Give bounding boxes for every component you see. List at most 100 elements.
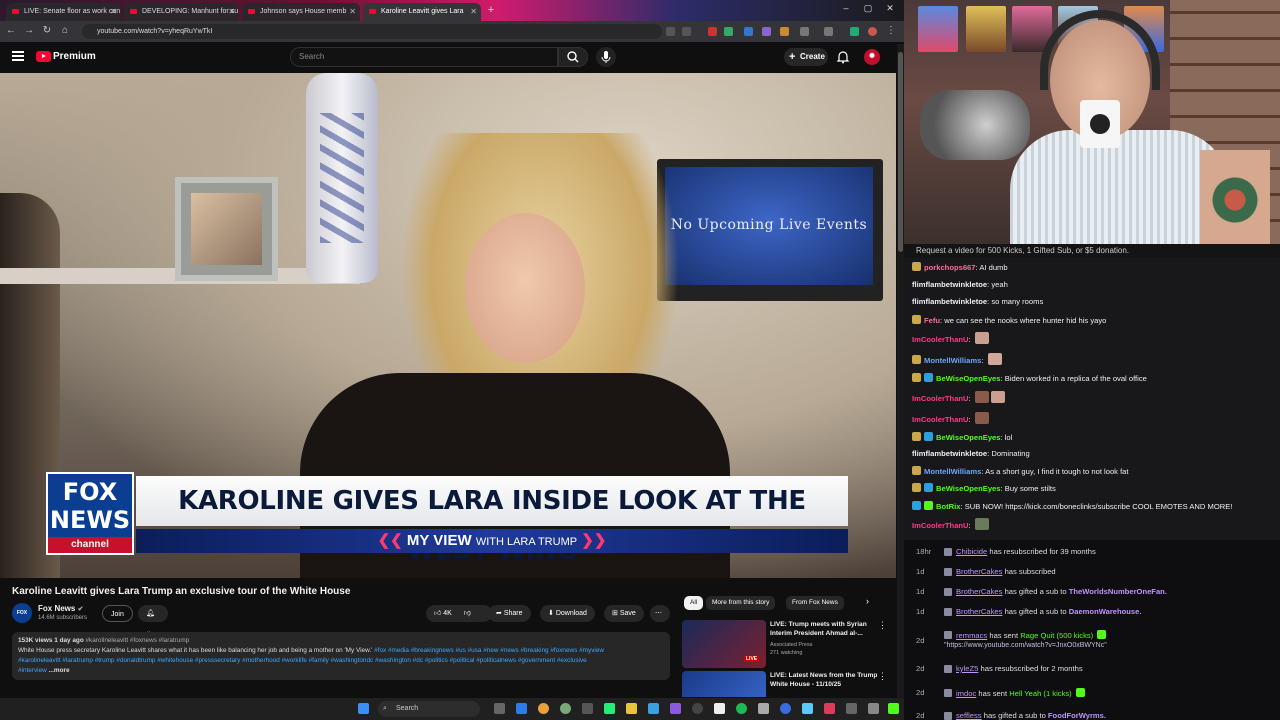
event-user[interactable]: BrotherCakes — [956, 607, 1002, 616]
chrome-icon[interactable] — [538, 703, 549, 714]
app-icon[interactable] — [824, 703, 835, 714]
app-icon[interactable] — [846, 703, 857, 714]
chat-username[interactable]: MontellWilliams — [924, 356, 981, 365]
app-icon[interactable] — [670, 703, 681, 714]
obs-icon[interactable] — [692, 703, 703, 714]
windows-start-icon[interactable] — [358, 703, 369, 714]
event-user[interactable]: BrotherCakes — [956, 567, 1002, 576]
back-icon[interactable]: ← — [4, 25, 18, 36]
event-recipient[interactable]: DaemonWarehouse. — [1069, 607, 1142, 616]
reload-icon[interactable]: ↻ — [40, 25, 54, 36]
event-user[interactable]: remmacs — [956, 631, 987, 640]
close-window-icon[interactable]: ✕ — [882, 3, 898, 14]
description-more-link[interactable]: ...more — [49, 667, 70, 674]
scrollbar-thumb[interactable] — [898, 52, 903, 252]
browser-tab[interactable]: DEVELOPING: Manhunt for su ✕ — [124, 3, 239, 21]
join-button[interactable]: Join — [102, 605, 133, 622]
recommended-title[interactable]: LIVE: Latest News from the Trump White H… — [770, 671, 880, 689]
share-button[interactable]: ➦ Share — [488, 605, 531, 622]
chat-username[interactable]: BeWiseOpenEyes — [936, 374, 1001, 383]
event-user[interactable]: kyleZ5 — [956, 664, 978, 673]
app-icon[interactable] — [714, 703, 725, 714]
event-user[interactable]: imdoc — [956, 689, 976, 698]
chat-username[interactable]: BeWiseOpenEyes — [936, 484, 1001, 493]
channel-name[interactable]: Fox News ✔ — [38, 604, 83, 613]
extension-icon[interactable] — [724, 27, 733, 36]
chip-from-fox-news[interactable]: From Fox News — [786, 596, 844, 610]
description-hashtags[interactable]: #karolineleavitt #laratrump #trump #dona… — [18, 656, 664, 666]
close-tab-icon[interactable]: ✕ — [110, 3, 117, 21]
download-button[interactable]: ⬇ Download — [540, 605, 595, 622]
app-icon[interactable] — [648, 703, 659, 714]
menu-kebab-icon[interactable]: ⋮ — [884, 25, 898, 36]
file-explorer-icon[interactable] — [626, 703, 637, 714]
app-icon[interactable] — [780, 703, 791, 714]
recommended-thumbnail[interactable] — [682, 671, 766, 697]
extension-icon[interactable] — [850, 27, 859, 36]
browser-tab[interactable]: LIVE: Senate floor as work con ✕ — [6, 3, 121, 21]
chat-username[interactable]: ImCoolerThanU — [912, 415, 969, 424]
chat-username[interactable]: flimflambetwinkletoe — [912, 297, 987, 306]
chat-username[interactable]: ImCoolerThanU — [912, 521, 969, 530]
close-tab-icon[interactable]: ✕ — [228, 3, 235, 21]
chip-all[interactable]: All — [684, 596, 704, 610]
extension-icon[interactable] — [762, 27, 771, 36]
chat-username[interactable]: flimflambetwinkletoe — [912, 280, 987, 289]
more-vertical-icon[interactable]: ⋮ — [878, 620, 887, 631]
recommended-title[interactable]: LIVE: Trump meets with Syrian Interim Pr… — [770, 620, 880, 638]
spotify-icon[interactable] — [736, 703, 747, 714]
video-description[interactable]: 153K views 1 day ago #karolineleavitt #f… — [12, 632, 670, 680]
chat-username[interactable]: flimflambetwinkletoe — [912, 449, 987, 458]
chevron-right-icon[interactable]: › — [866, 596, 869, 606]
description-hashtags[interactable]: #fox #media #breakingnews #us #usa #new … — [374, 647, 604, 654]
bookmark-star-icon[interactable] — [682, 27, 691, 36]
app-icon[interactable] — [868, 703, 879, 714]
recommended-video[interactable]: LIVE LIVE: Trump meets with Syrian Inter… — [682, 620, 892, 670]
search-button[interactable] — [558, 47, 588, 67]
search-input[interactable]: Search — [290, 47, 558, 67]
extension-icon[interactable] — [744, 27, 753, 36]
minimize-icon[interactable]: – — [838, 3, 854, 13]
youtube-premium-label[interactable]: Premium — [53, 51, 96, 62]
extensions-puzzle-icon[interactable] — [800, 27, 809, 36]
more-actions-button[interactable]: ⋯ — [650, 605, 670, 622]
app-icon[interactable] — [582, 703, 593, 714]
chat-username[interactable]: Fefu — [924, 316, 940, 325]
chat-username[interactable]: BotRix — [936, 502, 960, 511]
description-hashtags[interactable]: #interview — [18, 667, 47, 674]
chat-username[interactable]: porkchops667 — [924, 263, 976, 272]
chat-username[interactable]: ImCoolerThanU — [912, 335, 969, 344]
browser-tab[interactable]: Johnson says House memb ✕ — [242, 3, 360, 21]
voice-search-button[interactable] — [596, 47, 616, 67]
maximize-icon[interactable]: ▢ — [860, 3, 876, 14]
app-icon[interactable] — [560, 703, 571, 714]
event-user[interactable]: Chibicide — [956, 547, 987, 556]
chat-username[interactable]: ImCoolerThanU — [912, 394, 969, 403]
event-user[interactable]: BrotherCakes — [956, 587, 1002, 596]
like-button[interactable]: 👍︎ 4K — [434, 610, 452, 617]
chip-more-from-story[interactable]: More from this story — [706, 596, 776, 610]
recommended-thumbnail[interactable]: LIVE — [682, 620, 766, 668]
channel-avatar[interactable]: FOX — [12, 603, 32, 623]
app-icon[interactable] — [604, 703, 615, 714]
subscribed-bell-button[interactable]: 🔔︎ ⌄ — [138, 605, 168, 635]
save-button[interactable]: ⊞ Save — [604, 605, 644, 622]
event-user[interactable]: seffless — [956, 711, 982, 720]
taskbar-search[interactable]: ⌕ Search — [378, 701, 480, 717]
thumbs-down-icon[interactable]: 👎︎ — [464, 610, 471, 617]
extension-icon[interactable] — [708, 27, 717, 36]
event-recipient[interactable]: FoodForWyrms. — [1048, 711, 1106, 720]
extension-icon[interactable] — [780, 27, 789, 36]
video-player[interactable]: No Upcoming Live Events FOX NEWS channel… — [0, 73, 896, 578]
url-field[interactable]: youtube.com/watch?v=yheqRuYwTkI — [82, 24, 662, 39]
forward-icon[interactable]: → — [22, 25, 36, 36]
extension-icon[interactable] — [666, 27, 675, 36]
kick-icon[interactable] — [888, 703, 899, 714]
browser-tab-active[interactable]: Karoline Leavitt gives Lara ✕ — [363, 3, 481, 21]
chat-username[interactable]: BeWiseOpenEyes — [936, 433, 1001, 442]
app-icon[interactable] — [758, 703, 769, 714]
page-scrollbar[interactable] — [897, 44, 904, 698]
close-tab-icon[interactable]: ✕ — [349, 3, 356, 21]
event-recipient[interactable]: TheWorldsNumberOneFan. — [1069, 587, 1167, 596]
close-tab-icon[interactable]: ✕ — [470, 3, 477, 21]
